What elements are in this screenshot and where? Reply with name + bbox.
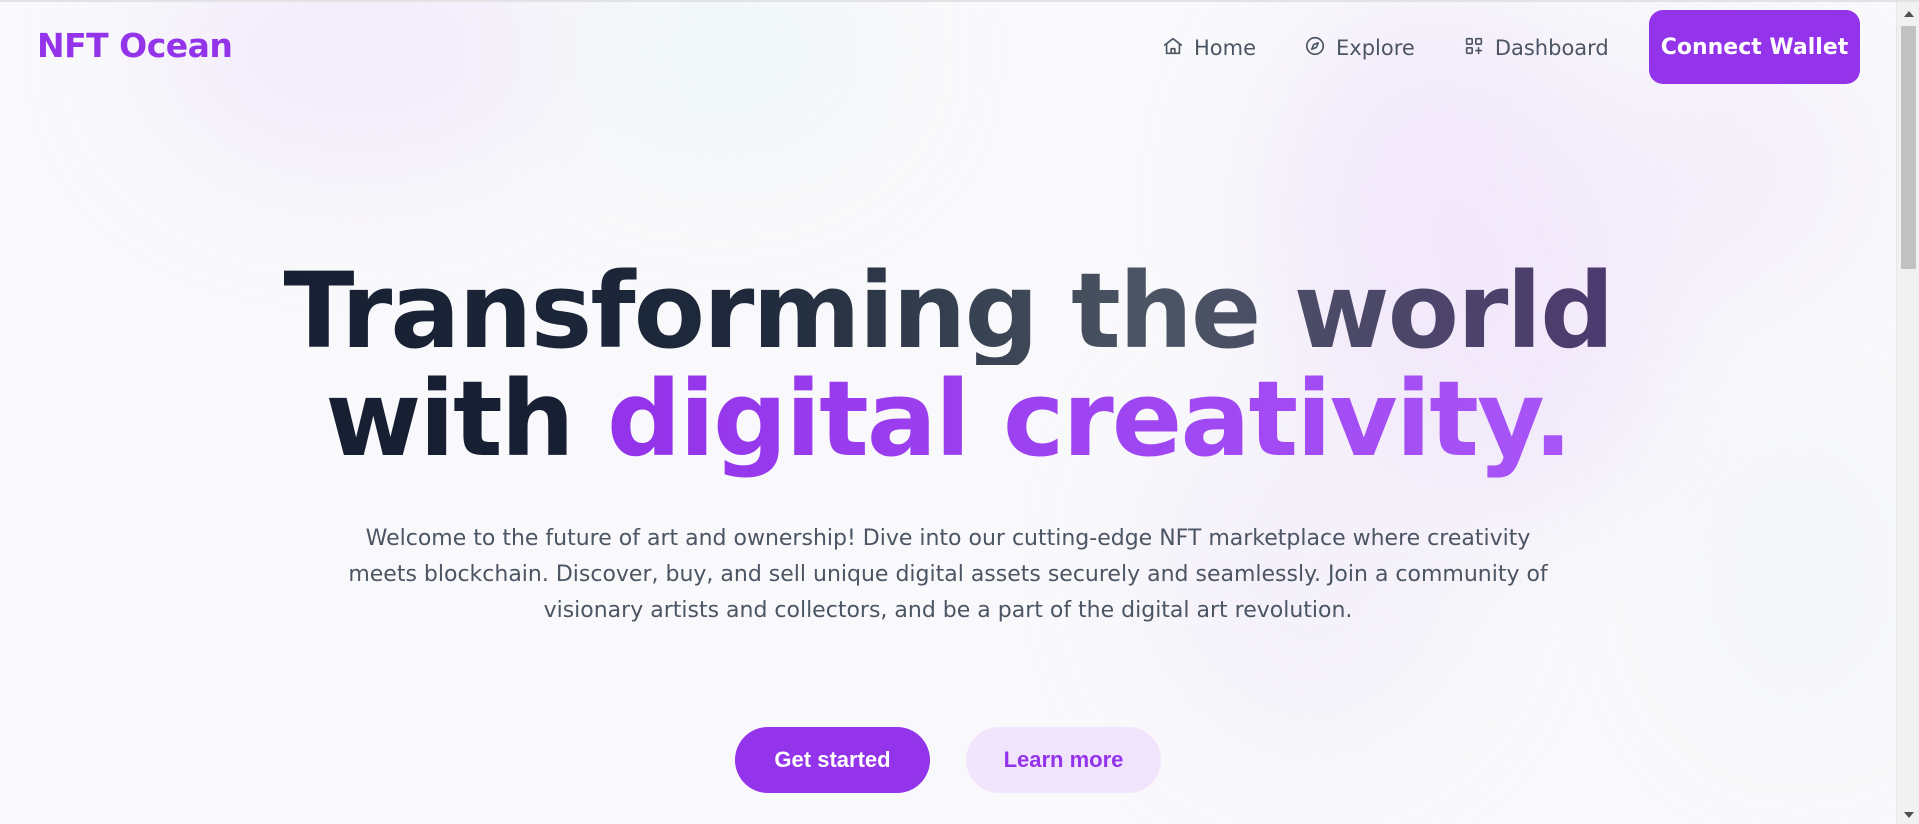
top-navbar: NFT Ocean Home Explore Dashboard Connect…: [0, 2, 1896, 90]
home-icon: [1162, 35, 1184, 62]
hero-cta-group: Get started Learn more: [0, 727, 1896, 793]
headline-line-2-plain: with: [325, 358, 607, 480]
scroll-down-arrow-icon[interactable]: [1897, 806, 1919, 824]
nav-item-dashboard[interactable]: Dashboard: [1463, 32, 1609, 64]
connect-wallet-button[interactable]: Connect Wallet: [1649, 10, 1860, 84]
nav-item-explore[interactable]: Explore: [1304, 32, 1415, 64]
headline-line-1: Transforming the world: [283, 250, 1614, 372]
nav-item-label: Explore: [1336, 36, 1415, 60]
hero-headline: Transforming the world with digital crea…: [0, 257, 1896, 473]
hero-section: Transforming the world with digital crea…: [0, 257, 1896, 629]
dashboard-grid-icon: [1463, 35, 1485, 62]
vertical-scrollbar[interactable]: [1896, 2, 1919, 824]
hero-description: Welcome to the future of art and ownersh…: [348, 526, 1548, 623]
nav-item-label: Dashboard: [1494, 36, 1609, 60]
get-started-button[interactable]: Get started: [735, 727, 930, 793]
compass-icon: [1304, 35, 1326, 62]
scrollbar-thumb[interactable]: [1901, 26, 1916, 269]
scroll-up-arrow-icon[interactable]: [1897, 4, 1919, 22]
main-nav: Home Explore Dashboard: [1162, 32, 1657, 64]
headline-line-2-highlight: digital creativity.: [606, 358, 1573, 480]
brand-logo[interactable]: NFT Ocean: [37, 26, 233, 65]
nav-item-home[interactable]: Home: [1162, 32, 1256, 64]
learn-more-button[interactable]: Learn more: [966, 727, 1161, 793]
page: NFT Ocean Home Explore Dashboard Connect…: [0, 0, 1919, 824]
nav-item-label: Home: [1194, 36, 1257, 60]
